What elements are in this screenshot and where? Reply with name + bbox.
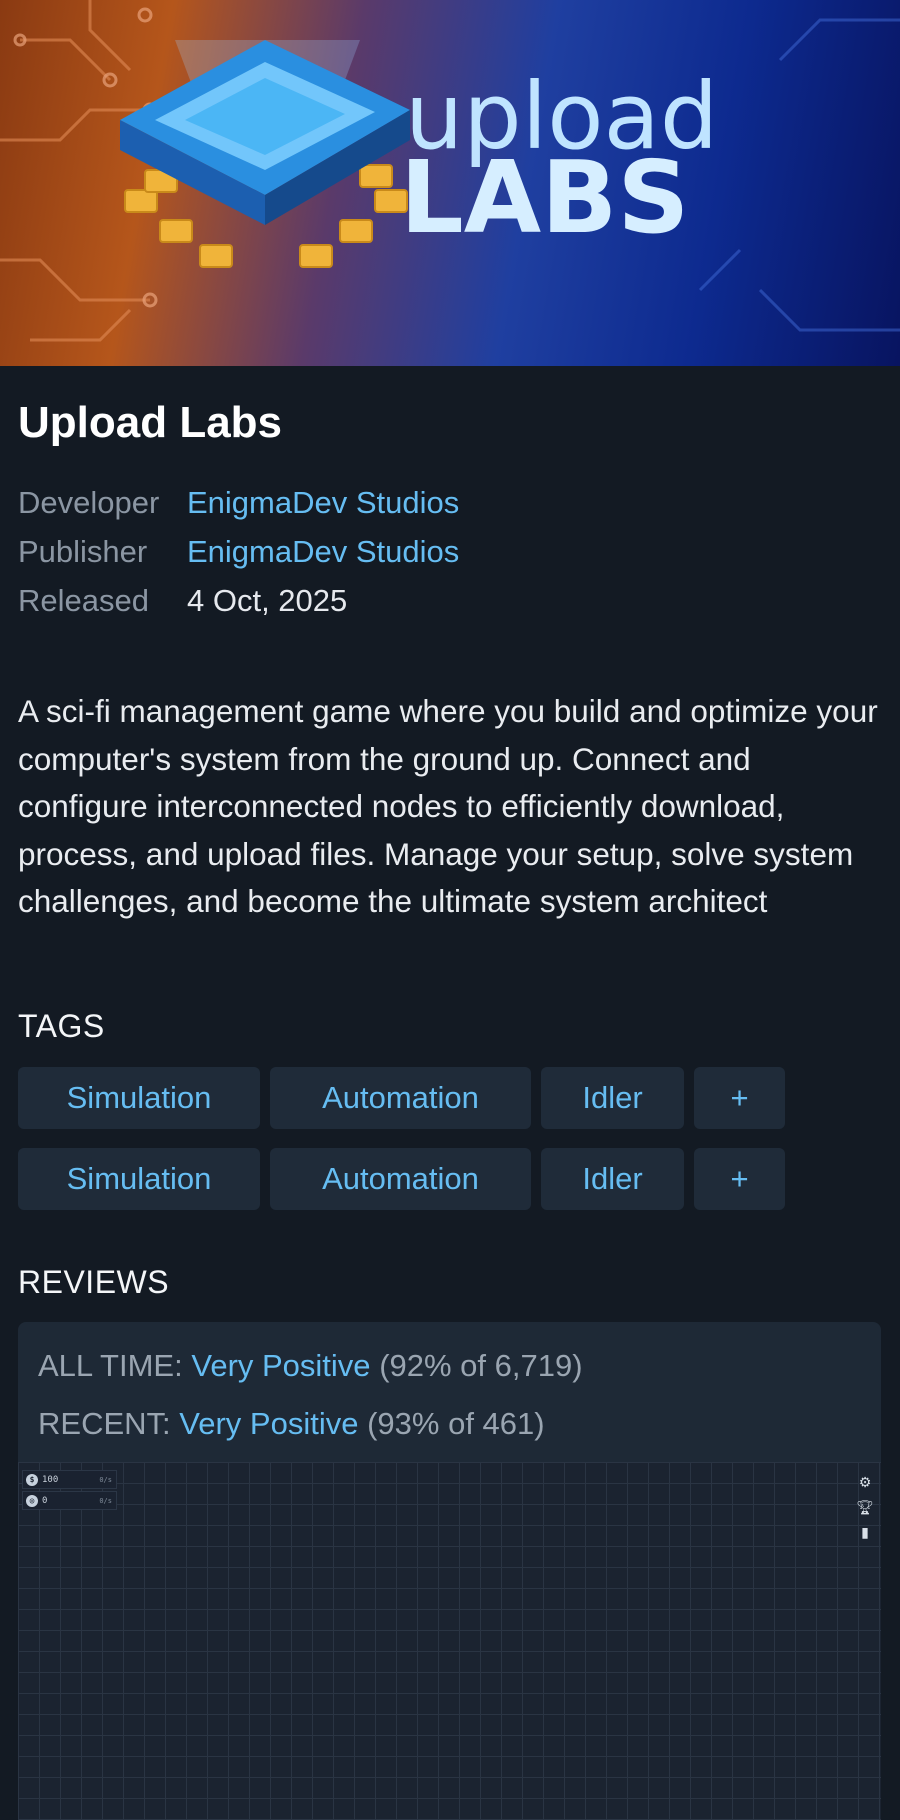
money-icon: $ [26,1473,38,1486]
tag-idler[interactable]: Idler [541,1148,684,1210]
review-recent: RECENT: Very Positive (93% of 461) [38,1406,545,1442]
research-counter: ◎ 0 0/s [22,1491,117,1510]
money-value: 100 [42,1474,59,1485]
reviews-summary: ALL TIME: Very Positive (92% of 6,719) R… [18,1322,881,1462]
hero-artwork: upload LABS [0,0,900,342]
hero-banner: upload LABS [0,0,900,366]
game-title: Upload Labs [18,398,283,447]
book-icon: ▮ [861,1524,869,1540]
released-label: Released [18,582,149,618]
logo-text-labs: LABS [400,139,689,256]
tag-more-button[interactable]: + [694,1148,785,1210]
tags-row-2: Simulation Automation Idler + [18,1148,785,1210]
tag-automation[interactable]: Automation [270,1148,531,1210]
review-recent-value[interactable]: Very Positive [179,1406,358,1441]
release-date: 4 Oct, 2025 [187,582,348,618]
publisher-row: Publisher EnigmaDev Studios [18,527,459,576]
released-row: Released 4 Oct, 2025 [18,576,459,625]
trophy-icon: 🏆︎ [856,1499,874,1515]
screenshot-side-toolbar: ⚙ 🏆︎ ▮ [856,1474,874,1540]
tag-more-button[interactable]: + [694,1067,785,1129]
resource-panel: $ 100 0/s ◎ 0 0/s [22,1470,117,1510]
review-recent-detail: (93% of 461) [367,1406,545,1441]
review-all-time-label: ALL TIME: [38,1348,183,1383]
money-counter: $ 100 0/s [22,1470,117,1489]
game-screenshot[interactable]: $ 100 0/s ◎ 0 0/s ⚙ 🏆︎ ▮ [18,1462,881,1820]
review-recent-label: RECENT: [38,1406,171,1441]
developer-label: Developer [18,484,160,520]
research-value: 0 [42,1495,48,1506]
tag-simulation[interactable]: Simulation [18,1067,260,1129]
reviews-heading: REVIEWS [18,1264,170,1300]
game-meta: Developer EnigmaDev Studios Publisher En… [18,478,459,625]
tag-simulation[interactable]: Simulation [18,1148,260,1210]
tags-heading: TAGS [18,1008,105,1044]
research-icon: ◎ [26,1494,38,1507]
review-all-time-value[interactable]: Very Positive [191,1348,370,1383]
tag-automation[interactable]: Automation [270,1067,531,1129]
publisher-link[interactable]: EnigmaDev Studios [187,534,459,570]
tag-idler[interactable]: Idler [541,1067,684,1129]
tags-row-1: Simulation Automation Idler + [18,1067,785,1129]
game-description: A sci-fi management game where you build… [18,693,878,919]
money-rate: 0/s [99,1475,112,1484]
gear-icon: ⚙ [858,1474,872,1490]
developer-link[interactable]: EnigmaDev Studios [187,485,459,521]
publisher-label: Publisher [18,533,148,569]
developer-row: Developer EnigmaDev Studios [18,478,459,527]
research-rate: 0/s [99,1496,112,1505]
review-all-time: ALL TIME: Very Positive (92% of 6,719) [38,1348,583,1384]
review-all-time-detail: (92% of 6,719) [379,1348,583,1383]
